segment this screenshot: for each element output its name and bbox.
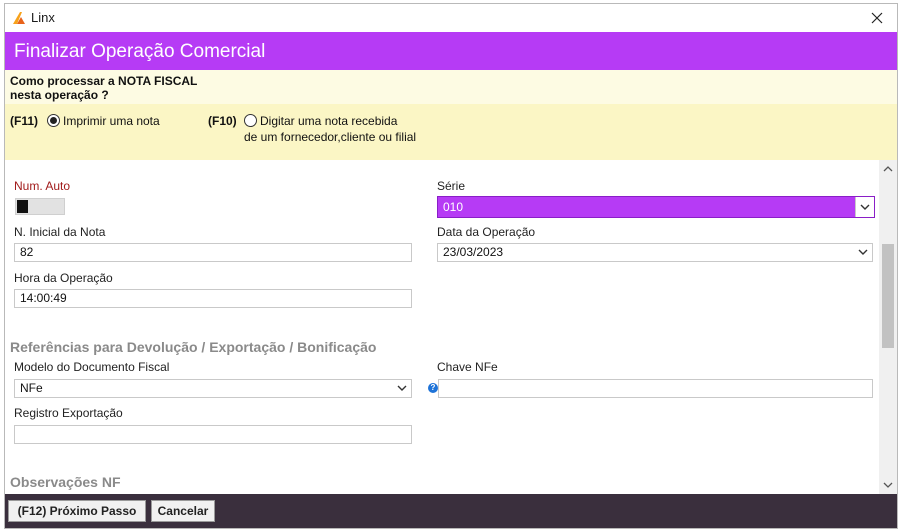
app-title: Linx [31, 10, 55, 25]
num-auto-toggle[interactable] [15, 198, 65, 215]
data-operacao-value: 23/03/2023 [443, 245, 504, 259]
chevron-down-icon[interactable] [858, 247, 868, 257]
serie-select[interactable]: 010 [437, 196, 875, 218]
hora-operacao-label: Hora da Operação [14, 271, 113, 285]
help-icon[interactable]: ? [428, 383, 438, 393]
linx-logo-icon [13, 12, 25, 24]
title-bar: Linx [5, 4, 897, 32]
close-icon [871, 12, 883, 24]
radio-print-note[interactable] [47, 114, 60, 127]
registro-exportacao-input[interactable] [14, 425, 412, 444]
option-type-shortcut: (F10) [208, 114, 237, 128]
question-line-1: Como processar a NOTA FISCAL [10, 74, 198, 88]
close-button[interactable] [857, 4, 897, 32]
option-type-label-line1[interactable]: Digitar uma nota recebida [260, 114, 397, 128]
chave-nfe-input[interactable] [438, 379, 873, 398]
vertical-scrollbar[interactable] [879, 160, 897, 494]
n-inicial-label: N. Inicial da Nota [14, 225, 106, 239]
option-print-label[interactable]: Imprimir uma nota [63, 114, 160, 128]
chevron-up-icon[interactable] [883, 164, 893, 174]
n-inicial-value: 82 [20, 245, 34, 259]
form-content: Num. Auto Série 010 N. Inicial da Nota 8… [5, 160, 879, 494]
cancel-button[interactable]: Cancelar [151, 500, 215, 522]
next-step-button[interactable]: (F12) Próximo Passo [8, 500, 146, 522]
footer-bar: (F12) Próximo Passo Cancelar [5, 494, 897, 528]
radio-type-received-note[interactable] [244, 114, 257, 127]
chave-nfe-label: Chave NFe [437, 360, 498, 374]
serie-dropdown-button[interactable] [855, 197, 874, 217]
question-banner: Como processar a NOTA FISCAL nesta opera… [5, 70, 897, 104]
dialog-window: Linx Finalizar Operação Comercial Como p… [4, 3, 898, 529]
hora-operacao-input[interactable]: 14:00:49 [14, 289, 412, 308]
serie-label: Série [437, 179, 466, 193]
hora-operacao-value: 14:00:49 [20, 291, 67, 305]
modelo-label: Modelo do Documento Fiscal [14, 360, 170, 374]
n-inicial-input[interactable]: 82 [14, 243, 412, 262]
observacoes-section-title: Observações NF [10, 474, 121, 490]
references-section-title: Referências para Devolução / Exportação … [10, 339, 377, 355]
data-operacao-picker[interactable]: 23/03/2023 [437, 243, 873, 262]
option-type-label-line2[interactable]: de um fornecedor,cliente ou filial [244, 130, 416, 144]
option-print-shortcut: (F11) [10, 114, 39, 128]
serie-value: 010 [443, 200, 464, 214]
chevron-down-icon[interactable] [397, 383, 407, 393]
chevron-down-icon [860, 204, 870, 210]
page-title: Finalizar Operação Comercial [14, 41, 266, 62]
question-line-2: nesta operação ? [10, 88, 109, 102]
modelo-value: NFe [20, 381, 43, 395]
data-operacao-label: Data da Operação [437, 225, 536, 239]
num-auto-label: Num. Auto [14, 179, 71, 193]
registro-exportacao-label: Registro Exportação [14, 406, 123, 420]
scrollbar-thumb[interactable] [882, 244, 894, 348]
chevron-down-icon[interactable] [883, 480, 893, 490]
toggle-knob [17, 200, 28, 213]
page-header: Finalizar Operação Comercial [5, 32, 897, 70]
processing-options-panel: Como processar a NOTA FISCAL nesta opera… [5, 70, 897, 160]
modelo-select[interactable]: NFe [14, 379, 412, 398]
